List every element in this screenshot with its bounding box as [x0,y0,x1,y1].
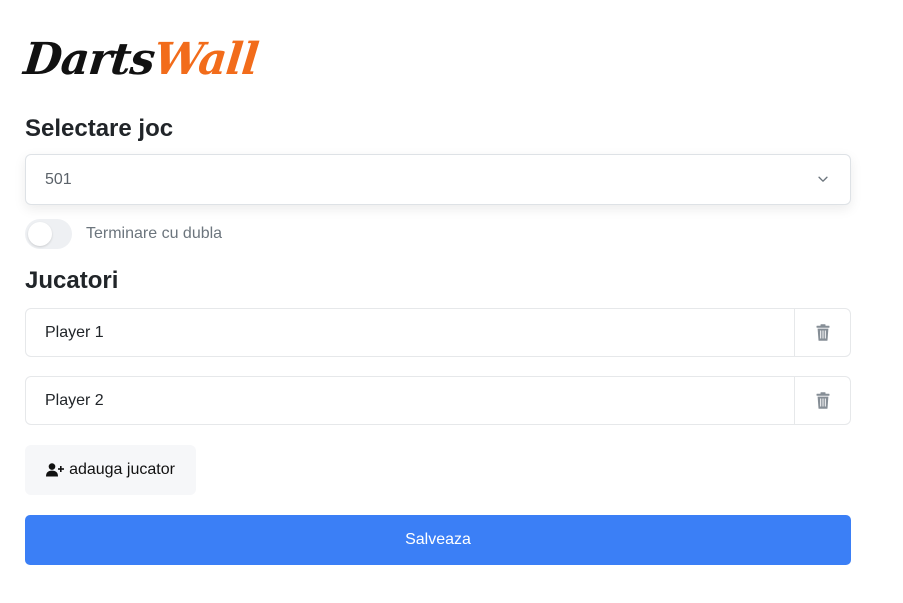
user-plus-icon [46,463,65,477]
save-button[interactable]: Salveaza [25,515,851,565]
delete-player-button[interactable] [794,377,850,424]
add-player-label: adauga jucator [69,461,175,478]
game-select-title: Selectare joc [25,115,174,142]
double-out-toggle[interactable] [25,219,72,249]
app-logo: Darts Wall [21,26,261,85]
logo-text-wall: Wall [151,34,261,85]
add-player-button[interactable]: adauga jucator [25,445,196,495]
player-name-input[interactable]: Player 1 [26,309,794,356]
player-row: Player 1 [25,308,851,357]
trash-icon [816,324,829,341]
player-name-input[interactable]: Player 2 [26,377,794,424]
delete-player-button[interactable] [794,309,850,356]
player-row: Player 2 [25,376,851,425]
double-out-label: Terminare cu dubla [86,225,223,242]
double-out-row: Terminare cu dubla [25,219,222,249]
chevron-down-icon [818,176,828,182]
game-select[interactable]: 501 [25,154,851,205]
trash-icon [816,392,829,409]
toggle-knob [28,222,52,246]
logo-text-darts: Darts [21,34,157,85]
players-title: Jucatori [25,267,119,294]
game-select-value: 501 [45,170,72,188]
